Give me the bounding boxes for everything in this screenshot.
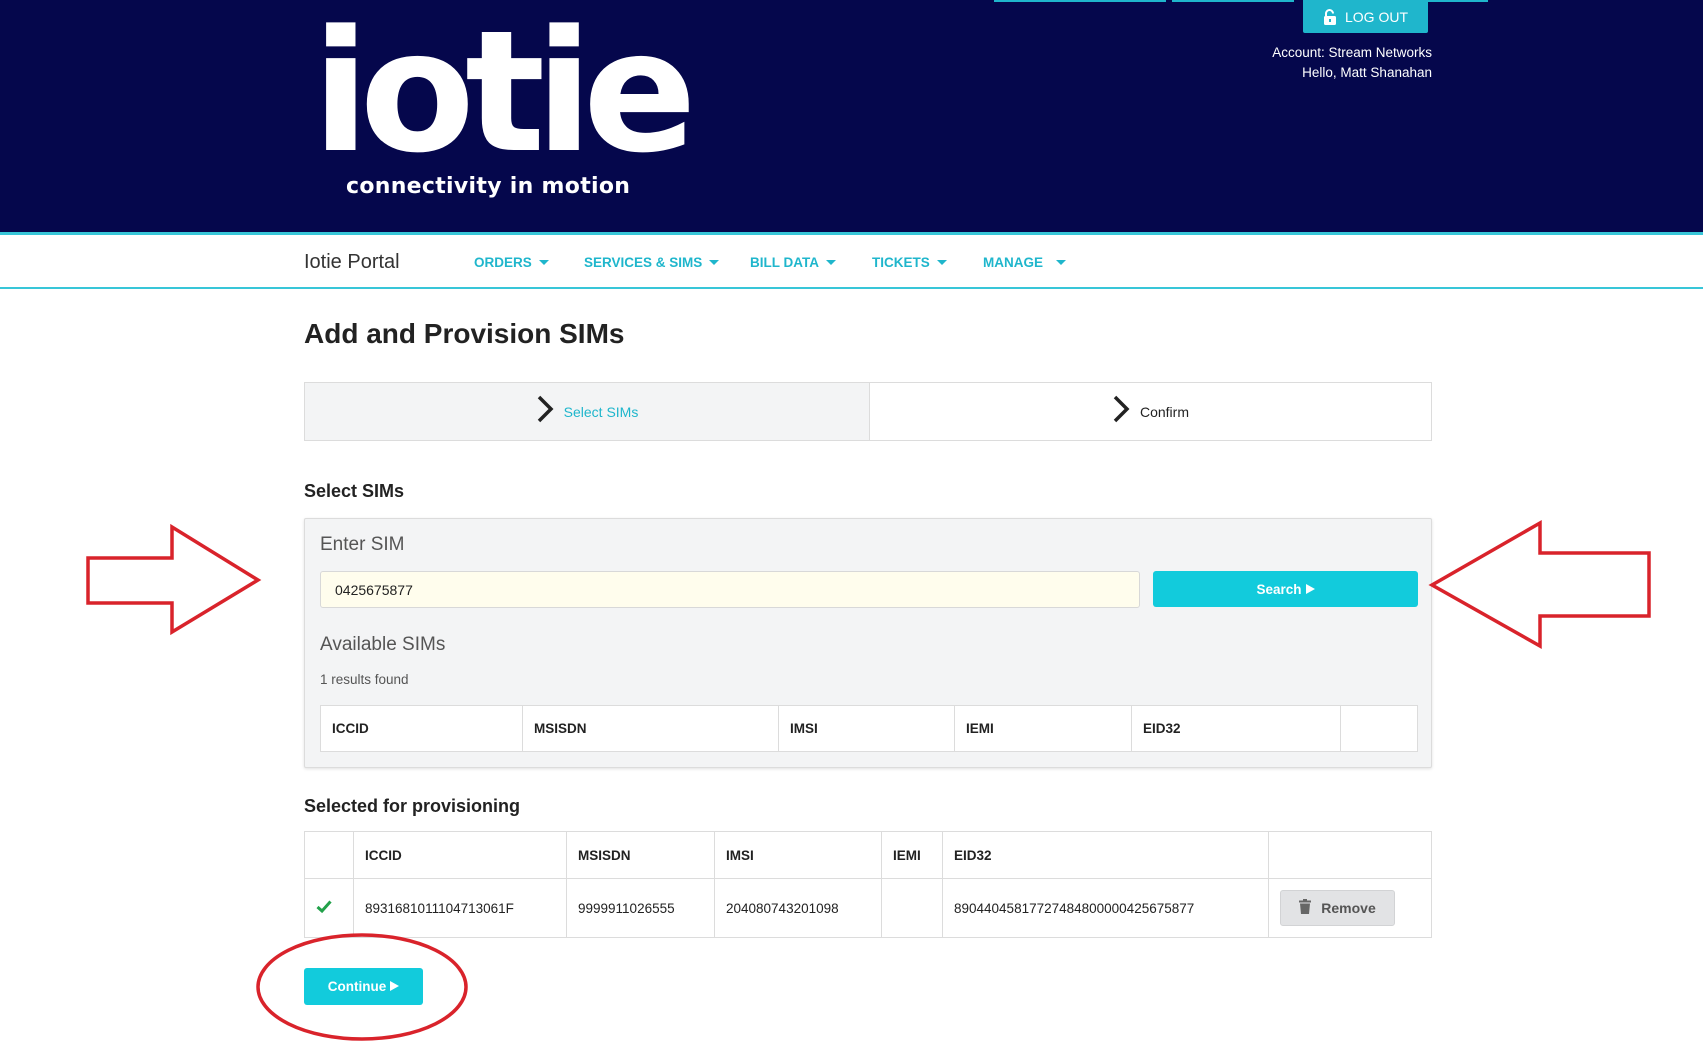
step-select-sims[interactable]: Select SIMs <box>305 383 869 440</box>
table-header-row: ICCID MSISDN IMSI IEMI EID32 <box>305 832 1431 879</box>
chevron-right-icon <box>536 395 554 428</box>
nav-label: ORDERS <box>474 255 532 270</box>
iccid-cell: 8931681011104713061F <box>354 879 567 937</box>
nav-label: SERVICES & SIMS <box>584 255 703 270</box>
nav-tickets[interactable]: TICKETS <box>872 255 947 270</box>
caret-down-icon <box>1056 260 1066 265</box>
column-header-actions <box>1341 706 1417 751</box>
nav-label: TICKETS <box>872 255 930 270</box>
select-sims-heading: Select SIMs <box>304 481 405 501</box>
table-row: 8931681011104713061F 9999911026555 20408… <box>305 879 1431 937</box>
check-icon <box>316 900 332 916</box>
column-header-imsi[interactable]: IMSI <box>779 706 955 751</box>
sim-search-input[interactable] <box>320 571 1140 608</box>
column-header-imsi[interactable]: IMSI <box>715 832 882 878</box>
caret-down-icon <box>538 260 549 265</box>
enter-sim-label: Enter SIM <box>320 534 405 555</box>
column-header-iccid[interactable]: ICCID <box>321 706 523 751</box>
sim-search-panel: Enter SIM Search Available SIMs 1 result… <box>304 518 1432 768</box>
nav-services-sims[interactable]: SERVICES & SIMS <box>584 255 720 270</box>
search-label: Search <box>1256 581 1302 597</box>
page-title: Add and Provision SIMs <box>304 318 625 349</box>
user-greeting: Hello, Matt Shanahan <box>1302 65 1432 80</box>
main-navbar: Iotie Portal ORDERS SERVICES & SIMS BILL… <box>0 235 1703 289</box>
column-header-status <box>305 832 354 878</box>
iotie-logo[interactable]: iotie <box>312 8 697 176</box>
play-triangle-icon <box>1305 582 1315 597</box>
logout-label: LOG OUT <box>1344 8 1408 25</box>
selected-provisioning-heading: Selected for provisioning <box>304 796 521 816</box>
results-count: 1 results found <box>320 672 409 687</box>
lock-open-icon <box>1323 8 1337 25</box>
left-pointing-arrow-annotation <box>1428 519 1651 649</box>
nav-manage[interactable]: MANAGE <box>983 255 1066 270</box>
remove-button[interactable]: Remove <box>1280 890 1395 926</box>
logo-tagline: connectivity in motion <box>346 174 631 199</box>
nav-bill-data[interactable]: BILL DATA <box>750 255 836 270</box>
trash-icon <box>1299 899 1312 917</box>
column-header-actions <box>1269 832 1431 878</box>
column-header-iccid[interactable]: ICCID <box>354 832 567 878</box>
step-label: Confirm <box>1139 403 1189 420</box>
column-header-msisdn[interactable]: MSISDN <box>523 706 779 751</box>
continue-label: Continue <box>327 979 387 994</box>
status-cell <box>305 879 354 937</box>
header-top-tab[interactable] <box>994 0 1166 2</box>
column-header-eid32[interactable]: EID32 <box>1132 706 1341 751</box>
caret-down-icon <box>709 260 720 265</box>
actions-cell: Remove <box>1269 879 1431 937</box>
caret-down-icon <box>936 260 947 265</box>
column-header-msisdn[interactable]: MSISDN <box>567 832 715 878</box>
chevron-right-icon <box>1112 395 1130 428</box>
search-button[interactable]: Search <box>1153 571 1418 607</box>
nav-orders[interactable]: ORDERS <box>474 255 549 270</box>
nav-label: BILL DATA <box>750 255 819 270</box>
wizard-stepper: Select SIMs Confirm <box>304 382 1432 441</box>
column-header-eid32[interactable]: EID32 <box>943 832 1269 878</box>
logout-button[interactable]: LOG OUT <box>1303 0 1428 33</box>
nav-label: MANAGE <box>983 255 1043 270</box>
continue-button[interactable]: Continue <box>304 968 423 1005</box>
step-label: Select SIMs <box>563 403 639 420</box>
column-header-iemi[interactable]: IEMI <box>955 706 1132 751</box>
play-triangle-icon <box>390 979 400 994</box>
remove-label: Remove <box>1321 900 1376 916</box>
msisdn-cell: 9999911026555 <box>567 879 715 937</box>
available-sims-label: Available SIMs <box>320 634 446 655</box>
selected-sims-table: ICCID MSISDN IMSI IEMI EID32 89316810111… <box>304 831 1432 938</box>
account-name: Account: Stream Networks <box>1272 45 1432 60</box>
column-header-iemi[interactable]: IEMI <box>882 832 943 878</box>
step-confirm[interactable]: Confirm <box>869 383 1432 440</box>
portal-brand[interactable]: Iotie Portal <box>304 251 400 274</box>
imsi-cell: 204080743201098 <box>715 879 882 937</box>
site-header: iotie connectivity in motion LOG OUT Acc… <box>0 0 1703 232</box>
iemi-cell <box>882 879 943 937</box>
header-top-tab[interactable] <box>1172 0 1294 2</box>
available-sims-table: ICCID MSISDN IMSI IEMI EID32 <box>320 705 1418 752</box>
right-pointing-arrow-annotation <box>86 523 262 636</box>
eid32-cell: 89044045817727484800000425675877 <box>943 879 1269 937</box>
caret-down-icon <box>826 260 836 265</box>
